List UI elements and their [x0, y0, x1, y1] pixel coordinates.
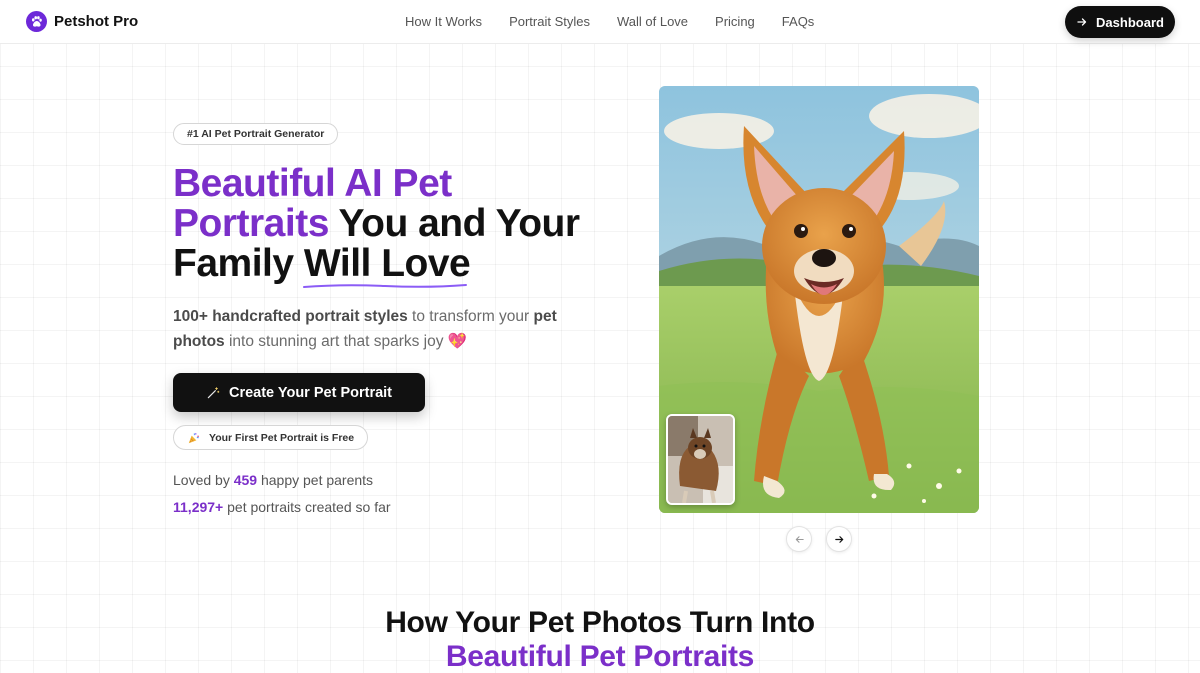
main-nav: How It Works Portrait Styles Wall of Lov… [405, 14, 814, 29]
subcopy-text-1: to transform your [407, 308, 534, 325]
headline-underlined-text: Will Love [303, 242, 471, 285]
heart-emoji: 💖 [447, 333, 468, 350]
arrow-left-icon [795, 535, 804, 543]
squiggle-underline [302, 284, 467, 288]
stat1-prefix: Loved by [173, 472, 234, 488]
stat2-suffix: pet portraits created so far [223, 499, 391, 515]
how-it-works-heading-line2: Beautiful Pet Portraits [445, 640, 755, 673]
stat-happy-parents: Loved by 459 happy pet parents [173, 472, 373, 488]
arrow-right-icon [1077, 18, 1087, 26]
free-offer-label: Your First Pet Portrait is Free [209, 431, 355, 444]
create-portrait-button[interactable]: Create Your Pet Portrait [173, 373, 425, 412]
subcopy-text-2: into stunning art that sparks joy [224, 333, 444, 350]
stat1-suffix: happy pet parents [257, 472, 374, 488]
nav-link-wall-of-love[interactable]: Wall of Love [617, 14, 688, 29]
stat2-number: 11,297+ [173, 499, 224, 515]
dashboard-button-label: Dashboard [1096, 14, 1164, 30]
dashboard-button[interactable]: Dashboard [1065, 6, 1175, 38]
magic-wand-icon [207, 386, 220, 398]
hero-subcopy: 100+ handcrafted portrait styles to tran… [173, 304, 573, 354]
nav-link-portrait-styles[interactable]: Portrait Styles [509, 14, 590, 29]
create-portrait-label: Create Your Pet Portrait [228, 384, 393, 401]
party-popper-icon [188, 432, 199, 443]
brand-logo[interactable]: Petshot Pro [26, 11, 138, 32]
how-it-works-heading: How Your Pet Photos Turn Into Beautiful … [0, 606, 1200, 673]
nav-link-faqs[interactable]: FAQs [782, 14, 815, 29]
arrow-right-icon [834, 535, 843, 543]
hero-badge: #1 AI Pet Portrait Generator [173, 123, 339, 145]
hero-headline: Beautiful AI Pet Portraits You and Your … [173, 164, 613, 288]
stat1-number: 459 [233, 472, 258, 488]
top-navigation-bar: Petshot Pro How It Works Portrait Styles… [0, 0, 1200, 44]
stat-portraits-created: 11,297+ pet portraits created so far [173, 499, 391, 515]
paw-icon [26, 11, 47, 32]
brand-name: Petshot Pro [54, 13, 139, 30]
free-offer-badge: Your First Pet Portrait is Free [173, 425, 369, 450]
carousel-next-button[interactable] [826, 526, 852, 552]
nav-link-pricing[interactable]: Pricing [715, 14, 755, 29]
headline-underlined: Will Love [302, 242, 471, 288]
carousel-prev-button[interactable] [786, 526, 812, 552]
how-it-works-heading-line1: How Your Pet Photos Turn Into [385, 606, 815, 639]
subcopy-bold-styles: 100+ handcrafted portrait styles [173, 308, 408, 325]
original-photo-thumbnail[interactable] [666, 414, 735, 505]
nav-link-how-it-works[interactable]: How It Works [405, 14, 482, 29]
